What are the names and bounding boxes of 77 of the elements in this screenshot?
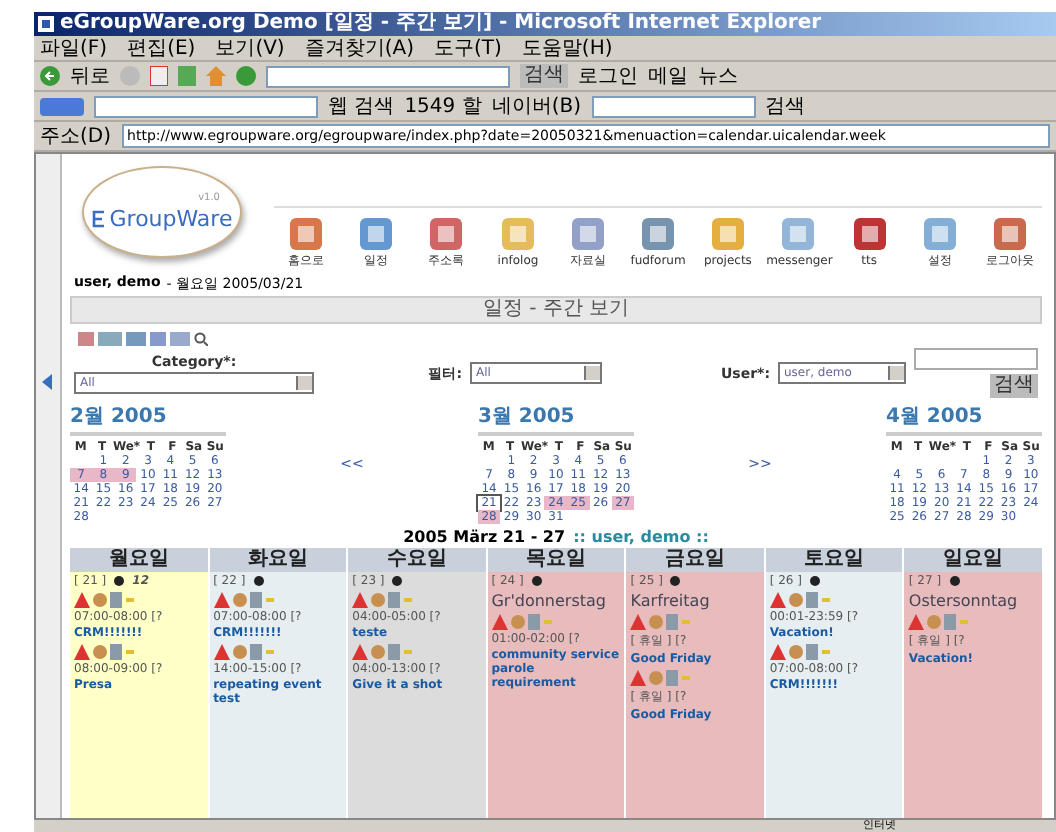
add-event-icon[interactable]	[949, 576, 960, 586]
menu-item[interactable]: 도움말(H)	[521, 37, 613, 59]
menu-item[interactable]: 보기(V)	[215, 37, 285, 59]
app-icon	[288, 216, 324, 252]
news-button[interactable]: 뉴스	[698, 65, 738, 87]
add-event-icon[interactable]	[392, 576, 403, 586]
day-header: 토요일	[765, 548, 903, 572]
event-status-icons	[352, 644, 413, 660]
naver-search-field[interactable]	[591, 95, 755, 117]
menu-item[interactable]: 편집(E)	[127, 37, 196, 59]
day-header: 수요일	[348, 548, 486, 572]
day-header: 일요일	[904, 548, 1042, 572]
holiday-name: Ostersonntag	[908, 592, 1020, 610]
app-icon	[991, 216, 1028, 252]
app-icon	[639, 216, 676, 252]
app-icon	[358, 216, 395, 252]
event-status-icons	[630, 670, 691, 686]
back-button[interactable]: 뒤로	[70, 65, 110, 87]
event-status-icons	[213, 644, 274, 660]
app-icon	[428, 216, 465, 252]
event-status-icons	[74, 592, 134, 608]
app-icon	[851, 216, 887, 252]
app-icon	[921, 216, 958, 252]
logo-text: GroupWare	[109, 205, 233, 231]
menu-item[interactable]: 파일(F)	[40, 37, 108, 59]
page-title: 일정 - 주간 보기	[70, 296, 1042, 324]
event-status-icons	[908, 614, 969, 630]
web-search-button[interactable]: 웹 검색	[328, 95, 395, 117]
add-event-icon[interactable]	[670, 576, 681, 586]
search-field[interactable]	[266, 65, 510, 87]
day-header: 월요일	[70, 548, 208, 572]
event-status-icons	[769, 592, 830, 608]
mail-button[interactable]: 메일	[648, 65, 688, 87]
week-user-link[interactable]: :: user, demo ::	[573, 528, 709, 546]
search-button[interactable]: 검색	[990, 374, 1038, 398]
holiday-name: Karfreitag	[630, 592, 712, 610]
event-status-icons	[491, 614, 552, 630]
menu-item[interactable]: 즐겨찾기(A)	[304, 37, 414, 59]
count-label: 1549 할	[404, 95, 482, 117]
window-title: eGroupWare.org Demo [일정 - 주간 보기] - Microsoft Internet Explorer	[60, 12, 822, 36]
event-status-icons	[630, 614, 691, 630]
browser-icon	[38, 16, 54, 32]
google-search-field[interactable]	[94, 95, 318, 117]
event-status-icons	[352, 592, 413, 608]
app-icon	[780, 216, 817, 252]
address-label: 주소(D)	[40, 125, 112, 147]
search-button[interactable]: 검색	[520, 64, 568, 88]
google-logo-icon	[40, 97, 84, 115]
menu-item[interactable]: 도구(T)	[434, 37, 502, 59]
calendar-month-title[interactable]: 3월 2005	[477, 402, 634, 436]
day-header: 목요일	[487, 548, 625, 572]
search-field[interactable]	[914, 348, 1038, 370]
event-status-icons	[74, 644, 134, 660]
collapse-arrow-icon[interactable]	[40, 374, 56, 390]
week-title: 2005 März 21 - 27	[403, 528, 566, 546]
app-icon	[569, 216, 606, 252]
naver-button[interactable]: 네이버(B)	[491, 95, 581, 117]
event-status-icons	[213, 592, 274, 608]
login-button[interactable]: 로그인	[578, 65, 638, 87]
holiday-name: Gr'donnerstag	[491, 592, 608, 610]
logo-mark-icon	[91, 209, 106, 227]
search-icon[interactable]	[194, 332, 208, 346]
day-header: 화요일	[209, 548, 347, 572]
add-event-icon[interactable]	[531, 576, 542, 586]
back-arrow-icon[interactable]	[40, 66, 60, 86]
event-status-icons	[769, 644, 830, 660]
add-event-icon[interactable]	[809, 576, 820, 586]
calendar-month-title[interactable]: 4월 2005	[885, 402, 1042, 436]
calendar-month-title[interactable]: 2월 2005	[70, 402, 226, 436]
add-event-icon[interactable]	[253, 576, 264, 586]
day-header: 금요일	[626, 548, 764, 572]
home-icon[interactable]	[206, 66, 226, 86]
stop-icon[interactable]	[150, 66, 168, 86]
search-link[interactable]: 검색	[765, 95, 805, 117]
app-icon	[499, 216, 536, 252]
add-event-icon[interactable]	[114, 576, 125, 586]
app-icon	[710, 216, 747, 252]
